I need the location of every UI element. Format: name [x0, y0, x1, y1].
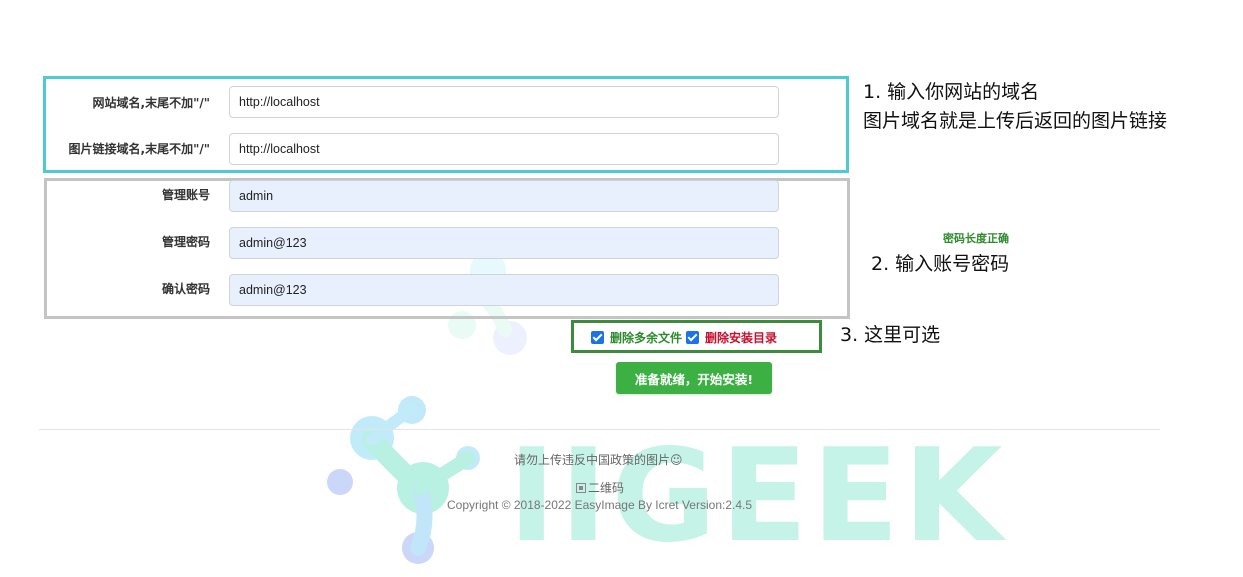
step1-note-line2: 图片域名就是上传后返回的图片链接 [863, 110, 1168, 132]
password-length-hint: 密码长度正确 [943, 232, 1009, 245]
step2-note: 2. 输入账号密码 [871, 253, 1010, 275]
admin-password-input[interactable] [229, 227, 779, 259]
confirm-password-input[interactable] [229, 274, 779, 306]
footer-qr-label: 二维码 [588, 481, 625, 495]
site-domain-label: 网站域名,末尾不加"/" [92, 96, 210, 110]
admin-account-input[interactable] [229, 180, 779, 212]
watermark-text: IIGEEK [508, 422, 1007, 571]
qrcode-icon [576, 483, 586, 493]
step1-note-line1: 1. 输入你网站的域名 [863, 81, 1040, 103]
footer-qr-link[interactable]: 二维码 [576, 479, 624, 496]
start-install-button[interactable]: 准备就绪，开始安装! [616, 362, 772, 394]
install-options: 删除多余文件 删除安装目录 [591, 327, 777, 347]
delete-install-dir-label[interactable]: 删除安装目录 [705, 329, 777, 346]
admin-password-label: 管理密码 [161, 235, 210, 249]
image-domain-label: 图片链接域名,末尾不加"/" [68, 142, 210, 156]
admin-account-label: 管理账号 [161, 188, 210, 202]
delete-extra-files-checkbox[interactable] [591, 330, 604, 344]
step3-note: 3. 这里可选 [840, 324, 941, 346]
image-domain-input[interactable] [229, 133, 779, 165]
footer-copyright: Copyright © 2018-2022 EasyImage By Icret… [447, 498, 753, 512]
delete-extra-files-label[interactable]: 删除多余文件 [610, 329, 682, 346]
footer-divider [39, 429, 1160, 430]
confirm-password-label: 确认密码 [161, 282, 210, 296]
footer-warning: 请勿上传违反中国政策的图片☺ [514, 453, 683, 467]
site-domain-input[interactable] [229, 86, 779, 118]
delete-install-dir-checkbox[interactable] [686, 330, 700, 344]
